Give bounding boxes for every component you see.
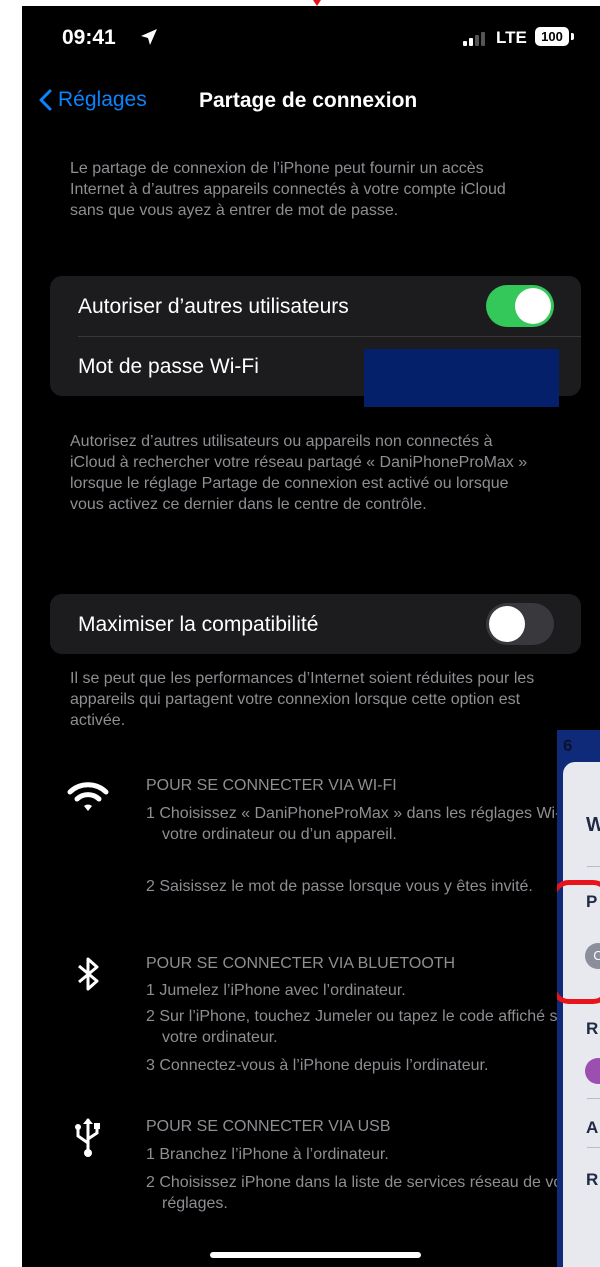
thumbnail-letter: W — [586, 814, 600, 836]
usb-step-2: 2 Choisissez iPhone dans la liste de ser… — [146, 1174, 571, 1212]
thumbnail-letter: R — [586, 1019, 599, 1038]
bluetooth-step-1: 1 Jumelez l’iPhone avec l’ordinateur. — [146, 982, 406, 999]
redacted-password — [364, 349, 559, 407]
phone-screen: 09:41 LTE 100 Réglages Partage de connex… — [22, 6, 600, 1267]
thumbnail-letter: A — [586, 1118, 599, 1137]
toggle-knob — [515, 288, 551, 324]
bluetooth-step-2: 2 Sur l’iPhone, touchez Jumeler ou tapez… — [146, 1008, 572, 1046]
toggle-knob — [489, 606, 525, 642]
max-compat-label: Maximiser la compatibilité — [78, 613, 319, 636]
bluetooth-icon — [78, 957, 99, 991]
thumbnail-divider — [587, 866, 600, 867]
thumbnail-divider — [587, 1147, 600, 1148]
bluetooth-heading: POUR SE CONNECTER VIA BLUETOOTH — [146, 955, 456, 972]
location-arrow-icon — [141, 29, 157, 45]
battery-cap — [571, 33, 574, 40]
compat-note: Il se peut que les performances d’Intern… — [70, 670, 535, 729]
wifi-step-2: 2 Saisissez le mot de passe lorsque vous… — [146, 878, 533, 895]
cellular-signal-icon — [463, 32, 485, 46]
home-indicator[interactable] — [210, 1252, 421, 1258]
settings-group-compat: Maximiser la compatibilité — [50, 594, 581, 654]
row-divider — [78, 336, 581, 337]
thumbnail-avatar — [585, 1058, 600, 1084]
thumbnail-card: W P C R A R — [563, 762, 600, 1267]
network-type: LTE — [496, 28, 527, 47]
usb-heading: POUR SE CONNECTER VIA USB — [146, 1118, 391, 1135]
page-title: Partage de connexion — [199, 89, 418, 112]
intro-text: Le partage de connexion de l’iPhone peut… — [70, 160, 506, 219]
allow-others-toggle[interactable] — [486, 285, 554, 327]
thumbnail-divider — [587, 1098, 600, 1099]
wifi-password-row[interactable]: Mot de passe Wi-Fi — [78, 355, 259, 379]
screenshot-thumbnail[interactable]: 6 W P C R A R — [557, 730, 600, 1267]
allow-others-label: Autoriser d’autres utilisateurs — [78, 295, 349, 318]
usb-icon — [75, 1118, 100, 1157]
back-label: Réglages — [58, 88, 147, 111]
wifi-heading: POUR SE CONNECTER VIA WI-FI — [146, 777, 397, 794]
highlight-ring — [557, 880, 600, 1004]
thumbnail-time: 6 — [563, 736, 573, 755]
max-compat-toggle[interactable] — [486, 603, 554, 645]
chevron-left-icon — [39, 89, 52, 111]
wifi-icon — [67, 782, 109, 811]
usb-step-1: 1 Branchez l’iPhone à l’ordinateur. — [146, 1146, 389, 1163]
status-time: 09:41 — [62, 26, 116, 49]
battery-icon: 100 — [535, 27, 569, 46]
allow-others-note: Autorisez d’autres utilisateurs ou appar… — [70, 433, 528, 513]
wifi-step-1: 1 Choisissez « DaniPhoneProMax » dans le… — [146, 805, 596, 843]
bluetooth-step-3: 3 Connectez-vous à l’iPhone depuis l’ord… — [146, 1057, 489, 1074]
thumbnail-letter: R — [586, 1170, 599, 1189]
back-button[interactable]: Réglages — [38, 88, 147, 112]
